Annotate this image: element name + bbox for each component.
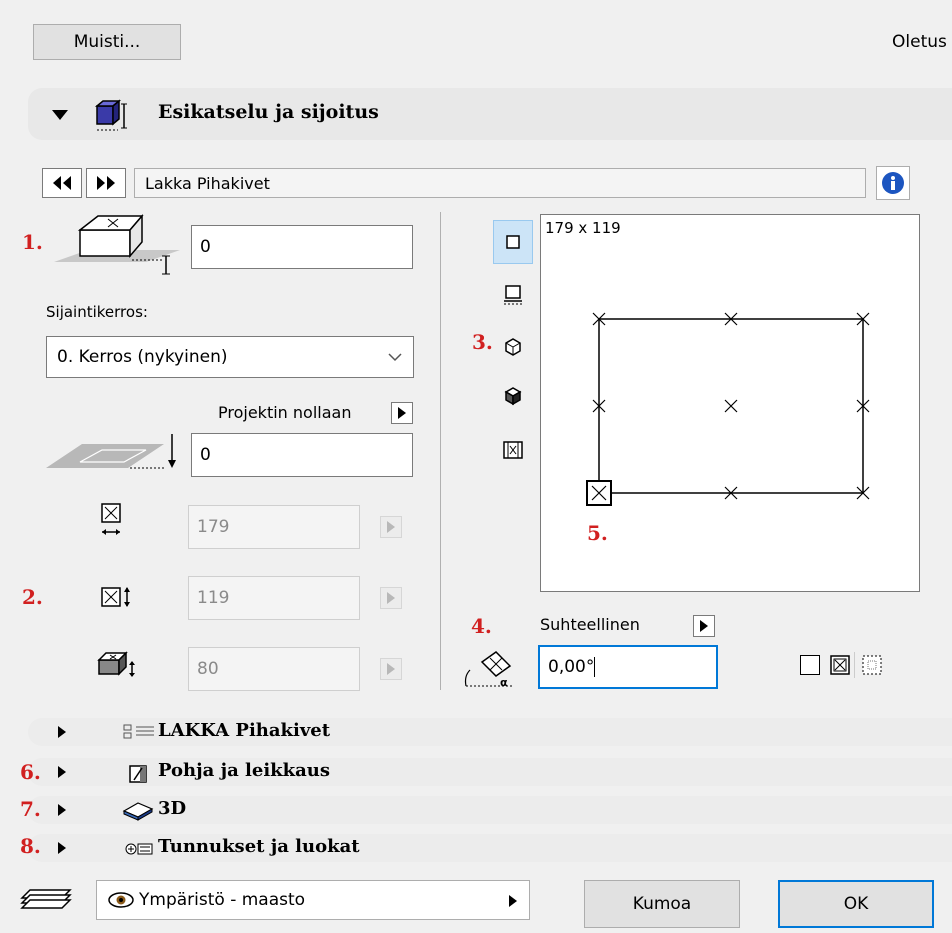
expand-arrow-icon[interactable] [58, 726, 66, 738]
floor-select-value: 0. Kerros (nykyinen) [57, 347, 228, 367]
object-name-field[interactable]: Lakka Pihakivet [134, 168, 866, 198]
width-input[interactable]: 179 [188, 505, 360, 549]
layer-arrow-icon [509, 895, 517, 907]
section-labels[interactable]: Tunnukset ja luokat [28, 834, 952, 862]
height-input[interactable]: 80 [188, 647, 360, 691]
marker-2: 2. [22, 585, 43, 609]
marker-5: 5. [587, 521, 608, 545]
marker-1: 1. [22, 230, 43, 254]
collapse-arrow-icon[interactable] [52, 110, 68, 120]
expand-arrow-icon[interactable] [58, 766, 66, 778]
layer-select[interactable]: Ympäristö - maasto [96, 880, 530, 920]
project-zero-menu-button[interactable] [391, 402, 413, 424]
preview-section-header[interactable]: Esikatselu ja sijoitus [28, 88, 952, 140]
depth-link-button[interactable] [380, 587, 402, 609]
cancel-button[interactable]: Kumoa [584, 880, 740, 928]
layers-icon [20, 886, 72, 910]
expand-arrow-icon[interactable] [58, 842, 66, 854]
svg-text:α: α [500, 676, 508, 689]
marker-7: 7. [20, 797, 41, 821]
floor-select[interactable]: 0. Kerros (nykyinen) [46, 336, 414, 378]
section-lakka[interactable]: LAKKA Pihakivet [28, 718, 952, 746]
section-floorplan-title: Pohja ja leikkaus [158, 760, 330, 781]
width-icon [100, 502, 124, 540]
view-section-button[interactable] [503, 284, 523, 306]
plan-view-icon [506, 235, 520, 249]
width-link-button[interactable] [380, 516, 402, 538]
floorplan-section-icon [128, 762, 150, 784]
eye-icon [108, 892, 134, 908]
next-object-button[interactable] [86, 168, 126, 198]
view-elevation-button[interactable] [502, 440, 524, 460]
parameters-icon [122, 722, 156, 742]
project-zero-input[interactable]: 0 [191, 433, 413, 477]
mirror-dotted-button[interactable] [862, 655, 884, 675]
height-icon [96, 650, 136, 680]
section-view-icon [504, 285, 522, 305]
depth-input[interactable]: 119 [188, 576, 360, 620]
mirror-divider [854, 652, 855, 678]
rotation-mode-label: Suhteellinen [540, 615, 640, 634]
shaded-3d-icon [504, 387, 522, 406]
expand-arrow-icon[interactable] [58, 804, 66, 816]
height-link-button[interactable] [380, 658, 402, 680]
view-3d-wire-button[interactable] [503, 336, 523, 356]
rotation-angle-icon: α [462, 646, 524, 692]
section-3d-title: 3D [158, 798, 187, 819]
marker-6: 6. [20, 760, 41, 784]
dotted-box-icon [862, 655, 882, 675]
section-floorplan[interactable]: Pohja ja leikkaus [28, 758, 952, 786]
view-3d-shaded-button[interactable] [503, 386, 523, 406]
ok-button[interactable]: OK [778, 880, 934, 928]
elevation-input[interactable]: 0 [191, 225, 413, 269]
3d-section-icon [122, 801, 156, 821]
previous-object-button[interactable] [42, 168, 82, 198]
view-plan-button[interactable] [493, 220, 533, 264]
project-zero-label: Projektin nollaan [218, 403, 352, 422]
mirror-none-checkbox[interactable] [800, 655, 820, 675]
rotation-mode-button[interactable] [693, 615, 715, 637]
text-cursor [594, 657, 596, 677]
floor-label: Sijaintikerros: [46, 303, 148, 321]
default-label: Oletus [892, 32, 947, 52]
rotation-value: 0,00° [548, 657, 595, 677]
info-icon [882, 172, 904, 194]
section-lakka-title: LAKKA Pihakivet [158, 720, 331, 741]
mirror-box-button[interactable] [830, 655, 852, 675]
marker-8: 8. [20, 834, 41, 858]
elevation-view-icon [503, 441, 523, 459]
preview-canvas[interactable]: 179 x 119 5. [540, 214, 920, 592]
panel-divider [440, 212, 441, 690]
chevron-down-icon [388, 353, 402, 362]
section-labels-title: Tunnukset ja luokat [158, 836, 360, 857]
project-zero-icon [46, 432, 182, 478]
preview-section-title: Esikatselu ja sijoitus [158, 101, 379, 123]
marker-4: 4. [471, 614, 492, 638]
rotation-input[interactable]: 0,00° [538, 645, 718, 689]
layer-select-value: Ympäristö - maasto [139, 890, 306, 910]
depth-icon [100, 585, 132, 609]
labels-icon [124, 839, 154, 859]
object-placement-icon [94, 98, 130, 134]
boxed-x-icon [830, 655, 850, 675]
wireframe-3d-icon [505, 338, 521, 356]
elevation-icon [52, 210, 182, 282]
section-3d[interactable]: 3D [28, 796, 952, 824]
memory-button[interactable]: Muisti... [33, 24, 181, 60]
marker-3: 3. [472, 330, 493, 354]
info-button[interactable] [876, 166, 910, 200]
